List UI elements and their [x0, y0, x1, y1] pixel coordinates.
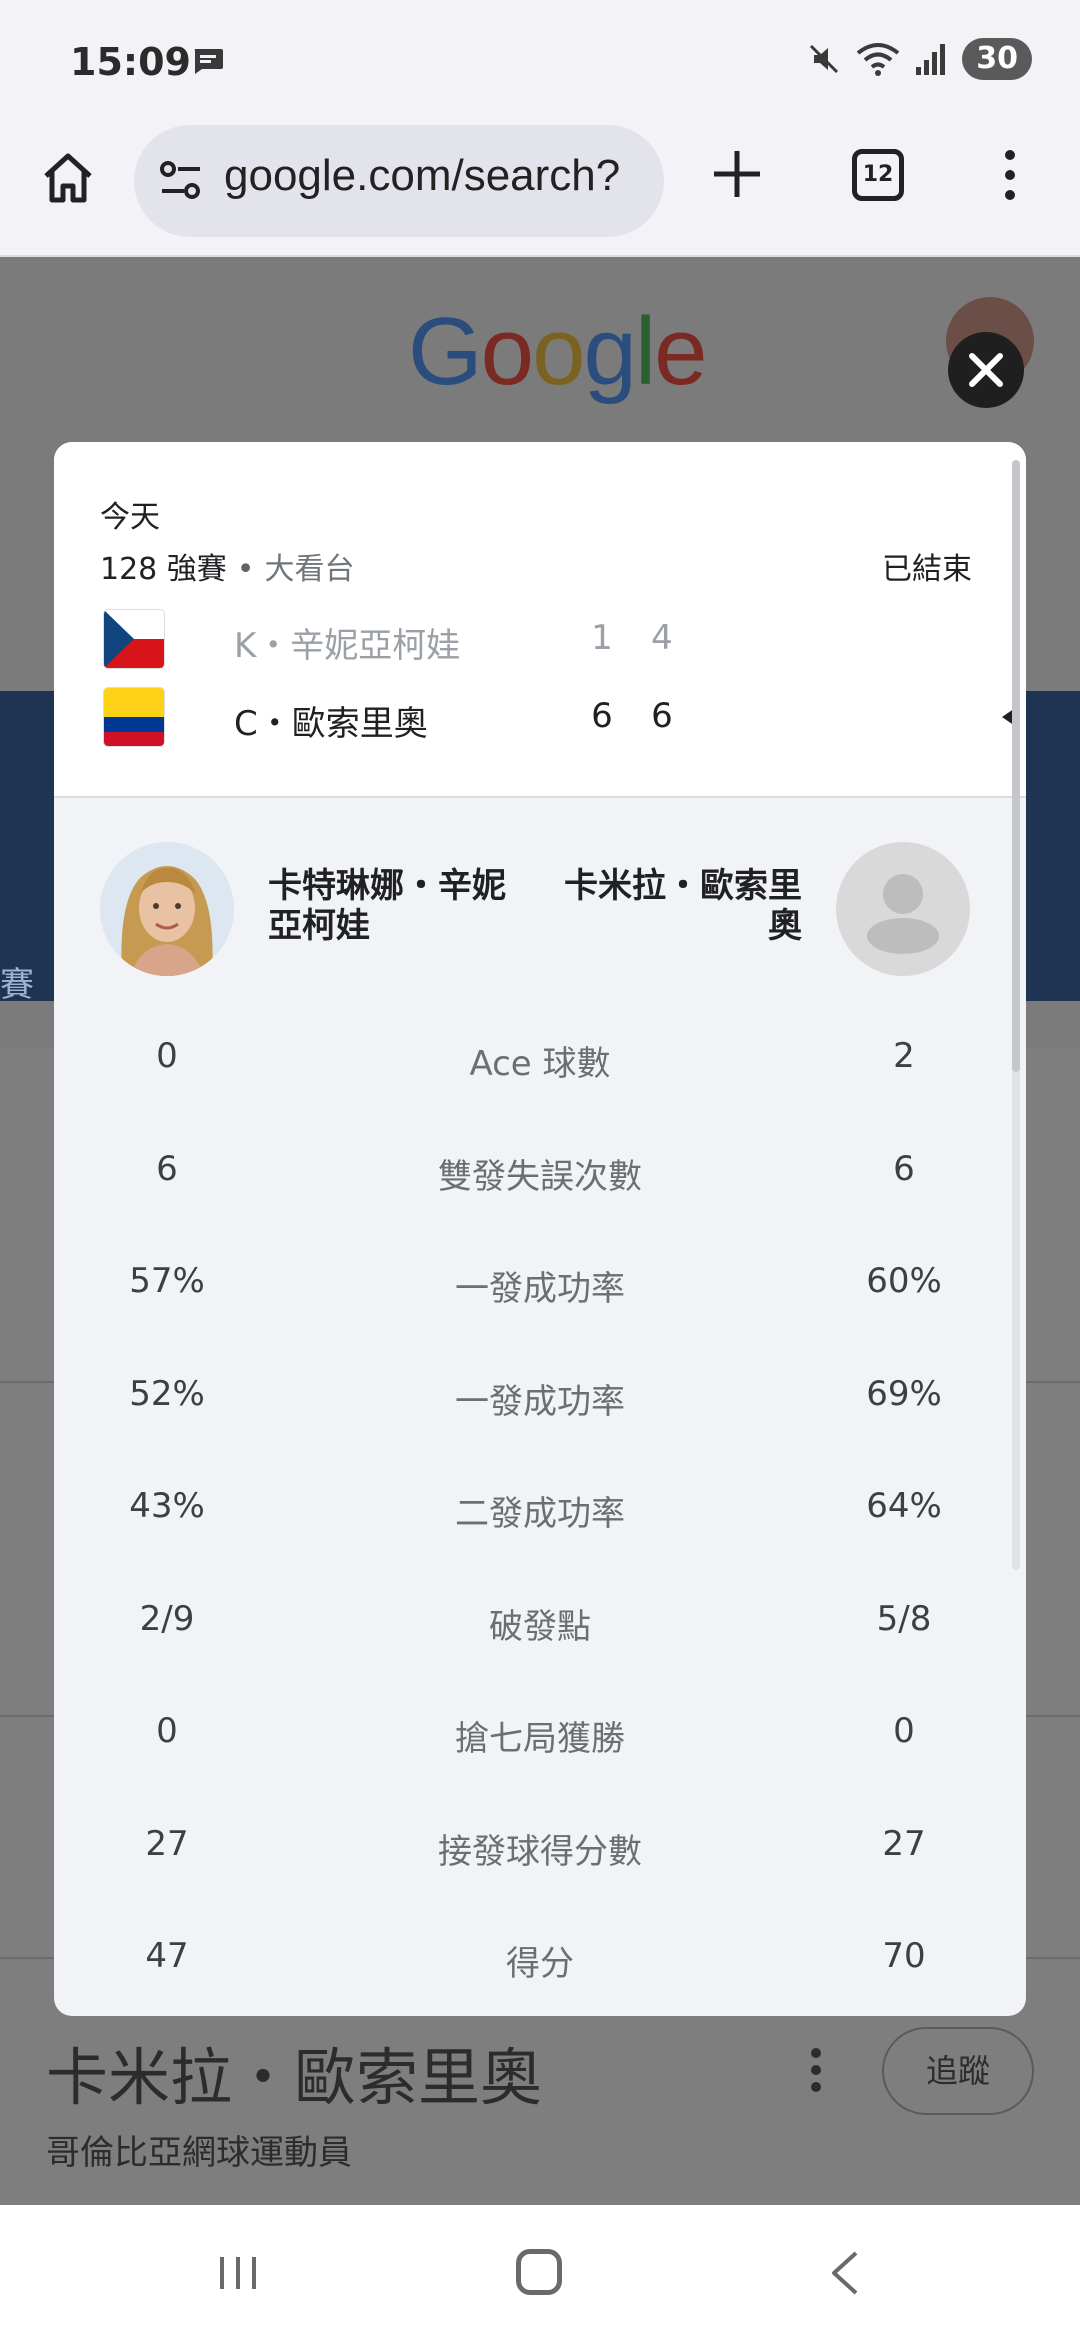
stat-player2-value: 70: [882, 1936, 926, 1976]
player1-set2-score: 4: [651, 618, 673, 658]
stat-row-first-serve-in: 57% 一發成功率 60%: [54, 1239, 1026, 1352]
player2-placeholder-avatar: [836, 842, 970, 976]
player1-photo: [100, 842, 234, 976]
stat-player2-value: 64%: [866, 1486, 942, 1526]
stat-player1-value: 57%: [129, 1261, 205, 1301]
stat-player1-value: 47: [145, 1936, 189, 1976]
match-stats-dialog: 今天 128 強賽 • 大看台 已結束 K・辛妮亞柯娃 1 4 C・歐索里奧 6 6: [54, 442, 1026, 2016]
signal-icon: [916, 44, 946, 75]
site-settings-icon[interactable]: [158, 159, 204, 203]
browser-toolbar: google.com/search? 12: [0, 125, 1080, 257]
stat-label: 二發成功率: [455, 1494, 625, 1534]
stat-player1-value: 27: [145, 1823, 189, 1864]
google-logo: Google: [408, 298, 708, 405]
stat-row-aces: 0 Ace 球數 2: [54, 1014, 1026, 1127]
back-icon[interactable]: [826, 2249, 862, 2297]
stat-row-return-points: 27 接發球得分數 27: [54, 1802, 1026, 1915]
player2-set1-score: 6: [591, 696, 613, 736]
stat-row-points: 47 得分 70: [54, 1914, 1026, 2016]
stat-label: 搶七局獲勝: [455, 1719, 625, 1759]
home-icon[interactable]: [40, 150, 96, 206]
stat-player2-value: 2: [893, 1036, 915, 1076]
dialog-scrollbar-thumb[interactable]: [1012, 460, 1020, 1072]
stats-table: 0 Ace 球數 2 6 雙發失誤次數 6 57% 一發成功率 60% 52% …: [54, 1014, 1026, 2016]
mute-icon: [810, 44, 839, 74]
stat-label: 雙發失誤次數: [438, 1156, 642, 1197]
stat-player2-value: 0: [893, 1711, 915, 1751]
follow-button: 追蹤: [882, 2027, 1034, 2115]
address-bar[interactable]: google.com/search?: [134, 125, 664, 237]
stat-player1-value: 6: [156, 1148, 178, 1189]
player2-set2-score: 6: [651, 696, 673, 736]
player1-full-name: 卡特琳娜・辛妮亞柯娃: [268, 866, 506, 946]
url-text[interactable]: google.com/search?: [224, 151, 620, 201]
match-court: 大看台: [264, 552, 355, 587]
stat-row-double-faults: 6 雙發失誤次數 6: [54, 1127, 1026, 1240]
background-player-name: 卡米拉・歐索里奧: [46, 2041, 543, 2114]
stat-player2-value: 27: [882, 1823, 926, 1864]
stat-label: 一發成功率: [455, 1269, 625, 1309]
match-date: 今天: [100, 500, 160, 535]
close-icon: [969, 353, 1003, 387]
recent-apps-icon[interactable]: [216, 2253, 260, 2293]
match-status: 已結束: [882, 552, 972, 587]
status-time: 15:09: [70, 40, 191, 84]
system-navigation-bar: [0, 2205, 1080, 2340]
colombia-flag-icon: [104, 688, 164, 746]
message-notification-icon: [194, 49, 223, 74]
match-summary: 今天 128 強賽 • 大看台 已結束 K・辛妮亞柯娃 1 4 C・歐索里奧 6 6: [54, 442, 1026, 798]
stat-player2-value: 6: [893, 1148, 915, 1189]
background-tab: 賽: [0, 965, 34, 1005]
czech-flag-icon: [104, 610, 164, 668]
match-round-info: 128 強賽 • 大看台: [100, 552, 355, 587]
stat-row-second-serve-won: 43% 二發成功率 64%: [54, 1464, 1026, 1577]
player2-name: C・歐索里奧: [234, 704, 428, 744]
stat-player2-value: 60%: [866, 1261, 942, 1301]
stat-player1-value: 0: [156, 1711, 178, 1751]
stat-label: 接發球得分數: [438, 1831, 642, 1872]
stat-label: 一發成功率: [455, 1381, 625, 1422]
battery-indicator: 30: [962, 38, 1032, 80]
player-comparison-header: 卡特琳娜・辛妮亞柯娃 卡米拉・歐索里奧: [54, 798, 1026, 976]
person-icon: [867, 874, 939, 954]
tab-switcher-button[interactable]: 12: [852, 149, 904, 201]
player1-set1-score: 1: [591, 618, 613, 658]
status-bar: 15:09 30: [0, 0, 1080, 125]
stat-label: Ace 球數: [469, 1044, 611, 1084]
new-tab-icon[interactable]: [710, 147, 764, 201]
wifi-icon: [857, 43, 900, 76]
stat-player2-value: 69%: [866, 1373, 942, 1414]
close-button[interactable]: [948, 332, 1024, 408]
stat-row-tiebreaks-won: 0 搶七局獲勝 0: [54, 1689, 1026, 1802]
more-menu-icon[interactable]: [998, 147, 1022, 203]
background-more-icon: [811, 2048, 821, 2092]
stat-player1-value: 43%: [129, 1486, 205, 1526]
stat-player2-value: 5/8: [876, 1598, 932, 1639]
player2-full-name: 卡米拉・歐索里奧: [564, 866, 802, 946]
stat-player1-value: 2/9: [139, 1598, 195, 1639]
stat-row-first-serve-won: 52% 一發成功率 69%: [54, 1352, 1026, 1465]
stat-label: 破發點: [489, 1606, 591, 1647]
stat-label: 得分: [506, 1944, 574, 1984]
background-player-subtitle: 哥倫比亞網球運動員: [46, 2133, 352, 2173]
home-nav-button[interactable]: [516, 2249, 562, 2295]
player1-name: K・辛妮亞柯娃: [234, 626, 461, 666]
match-round: 128 強賽: [100, 552, 227, 587]
stat-row-break-points: 2/9 破發點 5/8: [54, 1577, 1026, 1690]
stat-player1-value: 0: [156, 1036, 178, 1076]
stat-player1-value: 52%: [129, 1373, 205, 1414]
